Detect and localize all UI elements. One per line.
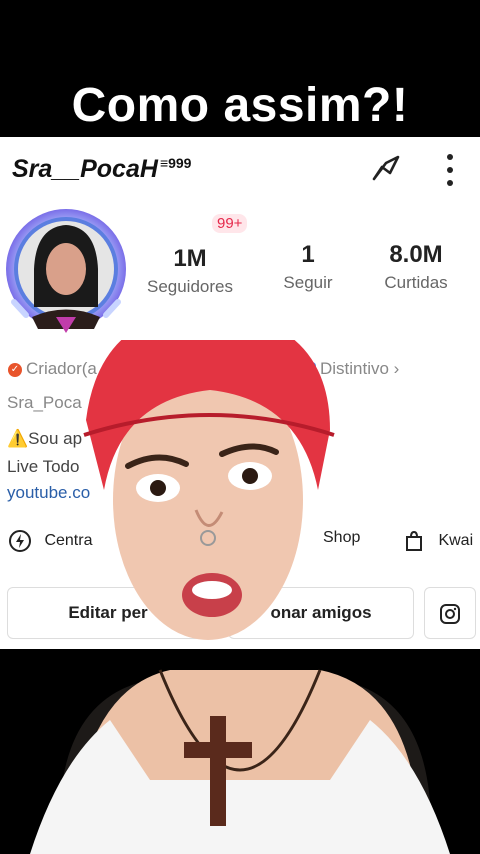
avatar[interactable]: [4, 207, 130, 337]
video-caption: Como assim?!: [71, 79, 409, 132]
person-overlay-image: [30, 340, 450, 854]
username-text: Sra__PocaH: [12, 155, 158, 183]
notification-badge: 99+: [212, 214, 248, 233]
stat-following-value: 1: [301, 241, 315, 268]
profile-top-bar: Sra__PocaH ≡999: [12, 153, 468, 187]
share-icon[interactable]: [368, 151, 404, 187]
profile-stats: 99+ 1M Seguidores 1 Seguir 8.0M Curtidas: [140, 214, 470, 307]
stat-followers-label: Seguidores: [146, 277, 233, 296]
more-options-icon[interactable]: [440, 153, 460, 187]
stat-likes-value: 8.0M: [389, 241, 443, 268]
stat-followers-value: 1M: [173, 245, 207, 272]
stat-following-label: Seguir: [283, 273, 333, 292]
profile-username: Sra__PocaH ≡999: [12, 155, 191, 184]
username-signal: ≡999: [159, 155, 192, 171]
stat-followers[interactable]: 1M Seguidores: [140, 245, 240, 297]
stat-following[interactable]: 1 Seguir: [260, 241, 356, 293]
stat-likes-label: Curtidas: [384, 273, 448, 292]
stat-likes[interactable]: 8.0M Curtidas: [368, 241, 464, 293]
